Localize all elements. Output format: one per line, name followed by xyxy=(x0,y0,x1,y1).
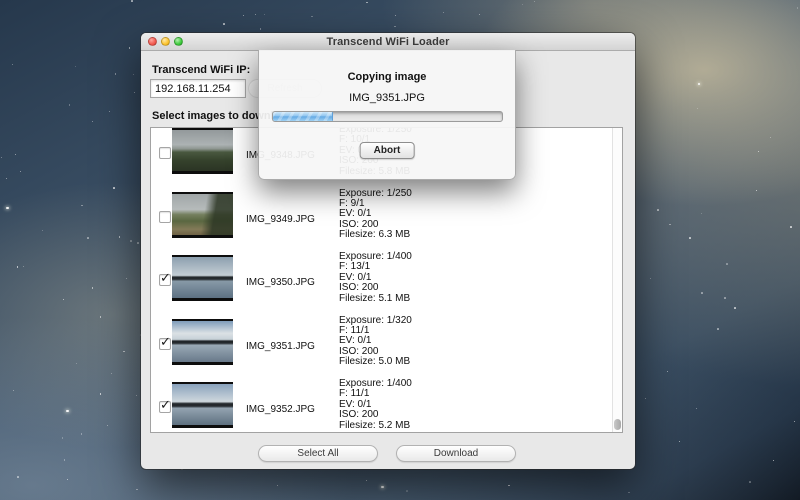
progress-fill xyxy=(273,112,333,121)
window-title: Transcend WiFi Loader xyxy=(141,36,635,48)
copying-filename: IMG_9351.JPG xyxy=(259,92,515,104)
desktop-wallpaper: Transcend WiFi Loader Transcend WiFi IP:… xyxy=(0,0,800,500)
image-row: ✓ IMG_9350.JPG Exposure: 1/400 F: 13/1 E… xyxy=(151,247,612,311)
image-filename: IMG_9352.JPG xyxy=(246,404,315,415)
image-checkbox[interactable]: ✓ xyxy=(159,401,171,413)
wifi-ip-input[interactable] xyxy=(150,79,246,98)
image-checkbox[interactable]: ✓ xyxy=(159,274,171,286)
scrollbar-thumb[interactable] xyxy=(614,419,621,430)
abort-button[interactable]: Abort xyxy=(360,142,415,159)
checkmark-icon: ✓ xyxy=(160,334,171,350)
image-row: ✓ IMG_9352.JPG Exposure: 1/400 F: 11/1 E… xyxy=(151,374,612,433)
image-thumbnail xyxy=(172,319,233,365)
progress-bar xyxy=(272,111,503,122)
image-checkbox[interactable] xyxy=(159,211,171,223)
image-filename: IMG_9349.JPG xyxy=(246,214,315,225)
copying-image-label: Copying image xyxy=(259,71,515,83)
image-exif-info: Exposure: 1/400 F: 13/1 EV: 0/1 ISO: 200… xyxy=(339,252,412,304)
image-checkbox[interactable]: ✓ xyxy=(159,338,171,350)
wifi-ip-label: Transcend WiFi IP: xyxy=(152,64,250,76)
checkmark-icon: ✓ xyxy=(160,397,171,413)
image-exif-info: Exposure: 1/400 F: 11/1 EV: 0/1 ISO: 200… xyxy=(339,379,412,431)
select-all-button[interactable]: Select All xyxy=(258,445,378,462)
app-window: Transcend WiFi Loader Transcend WiFi IP:… xyxy=(141,33,635,469)
image-row: ✓ IMG_9351.JPG Exposure: 1/320 F: 11/1 E… xyxy=(151,311,612,375)
scrollbar-track[interactable] xyxy=(612,128,622,432)
checkmark-icon: ✓ xyxy=(160,270,171,286)
image-checkbox[interactable] xyxy=(159,147,171,159)
image-exif-info: Exposure: 1/250 F: 9/1 EV: 0/1 ISO: 200 … xyxy=(339,189,412,241)
title-bar[interactable]: Transcend WiFi Loader xyxy=(141,33,635,51)
image-filename: IMG_9350.JPG xyxy=(246,277,315,288)
download-button[interactable]: Download xyxy=(396,445,516,462)
image-thumbnail xyxy=(172,382,233,428)
image-exif-info: Exposure: 1/320 F: 11/1 EV: 0/1 ISO: 200… xyxy=(339,316,412,368)
image-filename: IMG_9351.JPG xyxy=(246,341,315,352)
image-thumbnail xyxy=(172,255,233,301)
image-thumbnail xyxy=(172,128,233,174)
image-row: IMG_9349.JPG Exposure: 1/250 F: 9/1 EV: … xyxy=(151,184,612,248)
image-thumbnail xyxy=(172,192,233,238)
copy-progress-sheet: Copying image IMG_9351.JPG Abort xyxy=(258,50,516,180)
